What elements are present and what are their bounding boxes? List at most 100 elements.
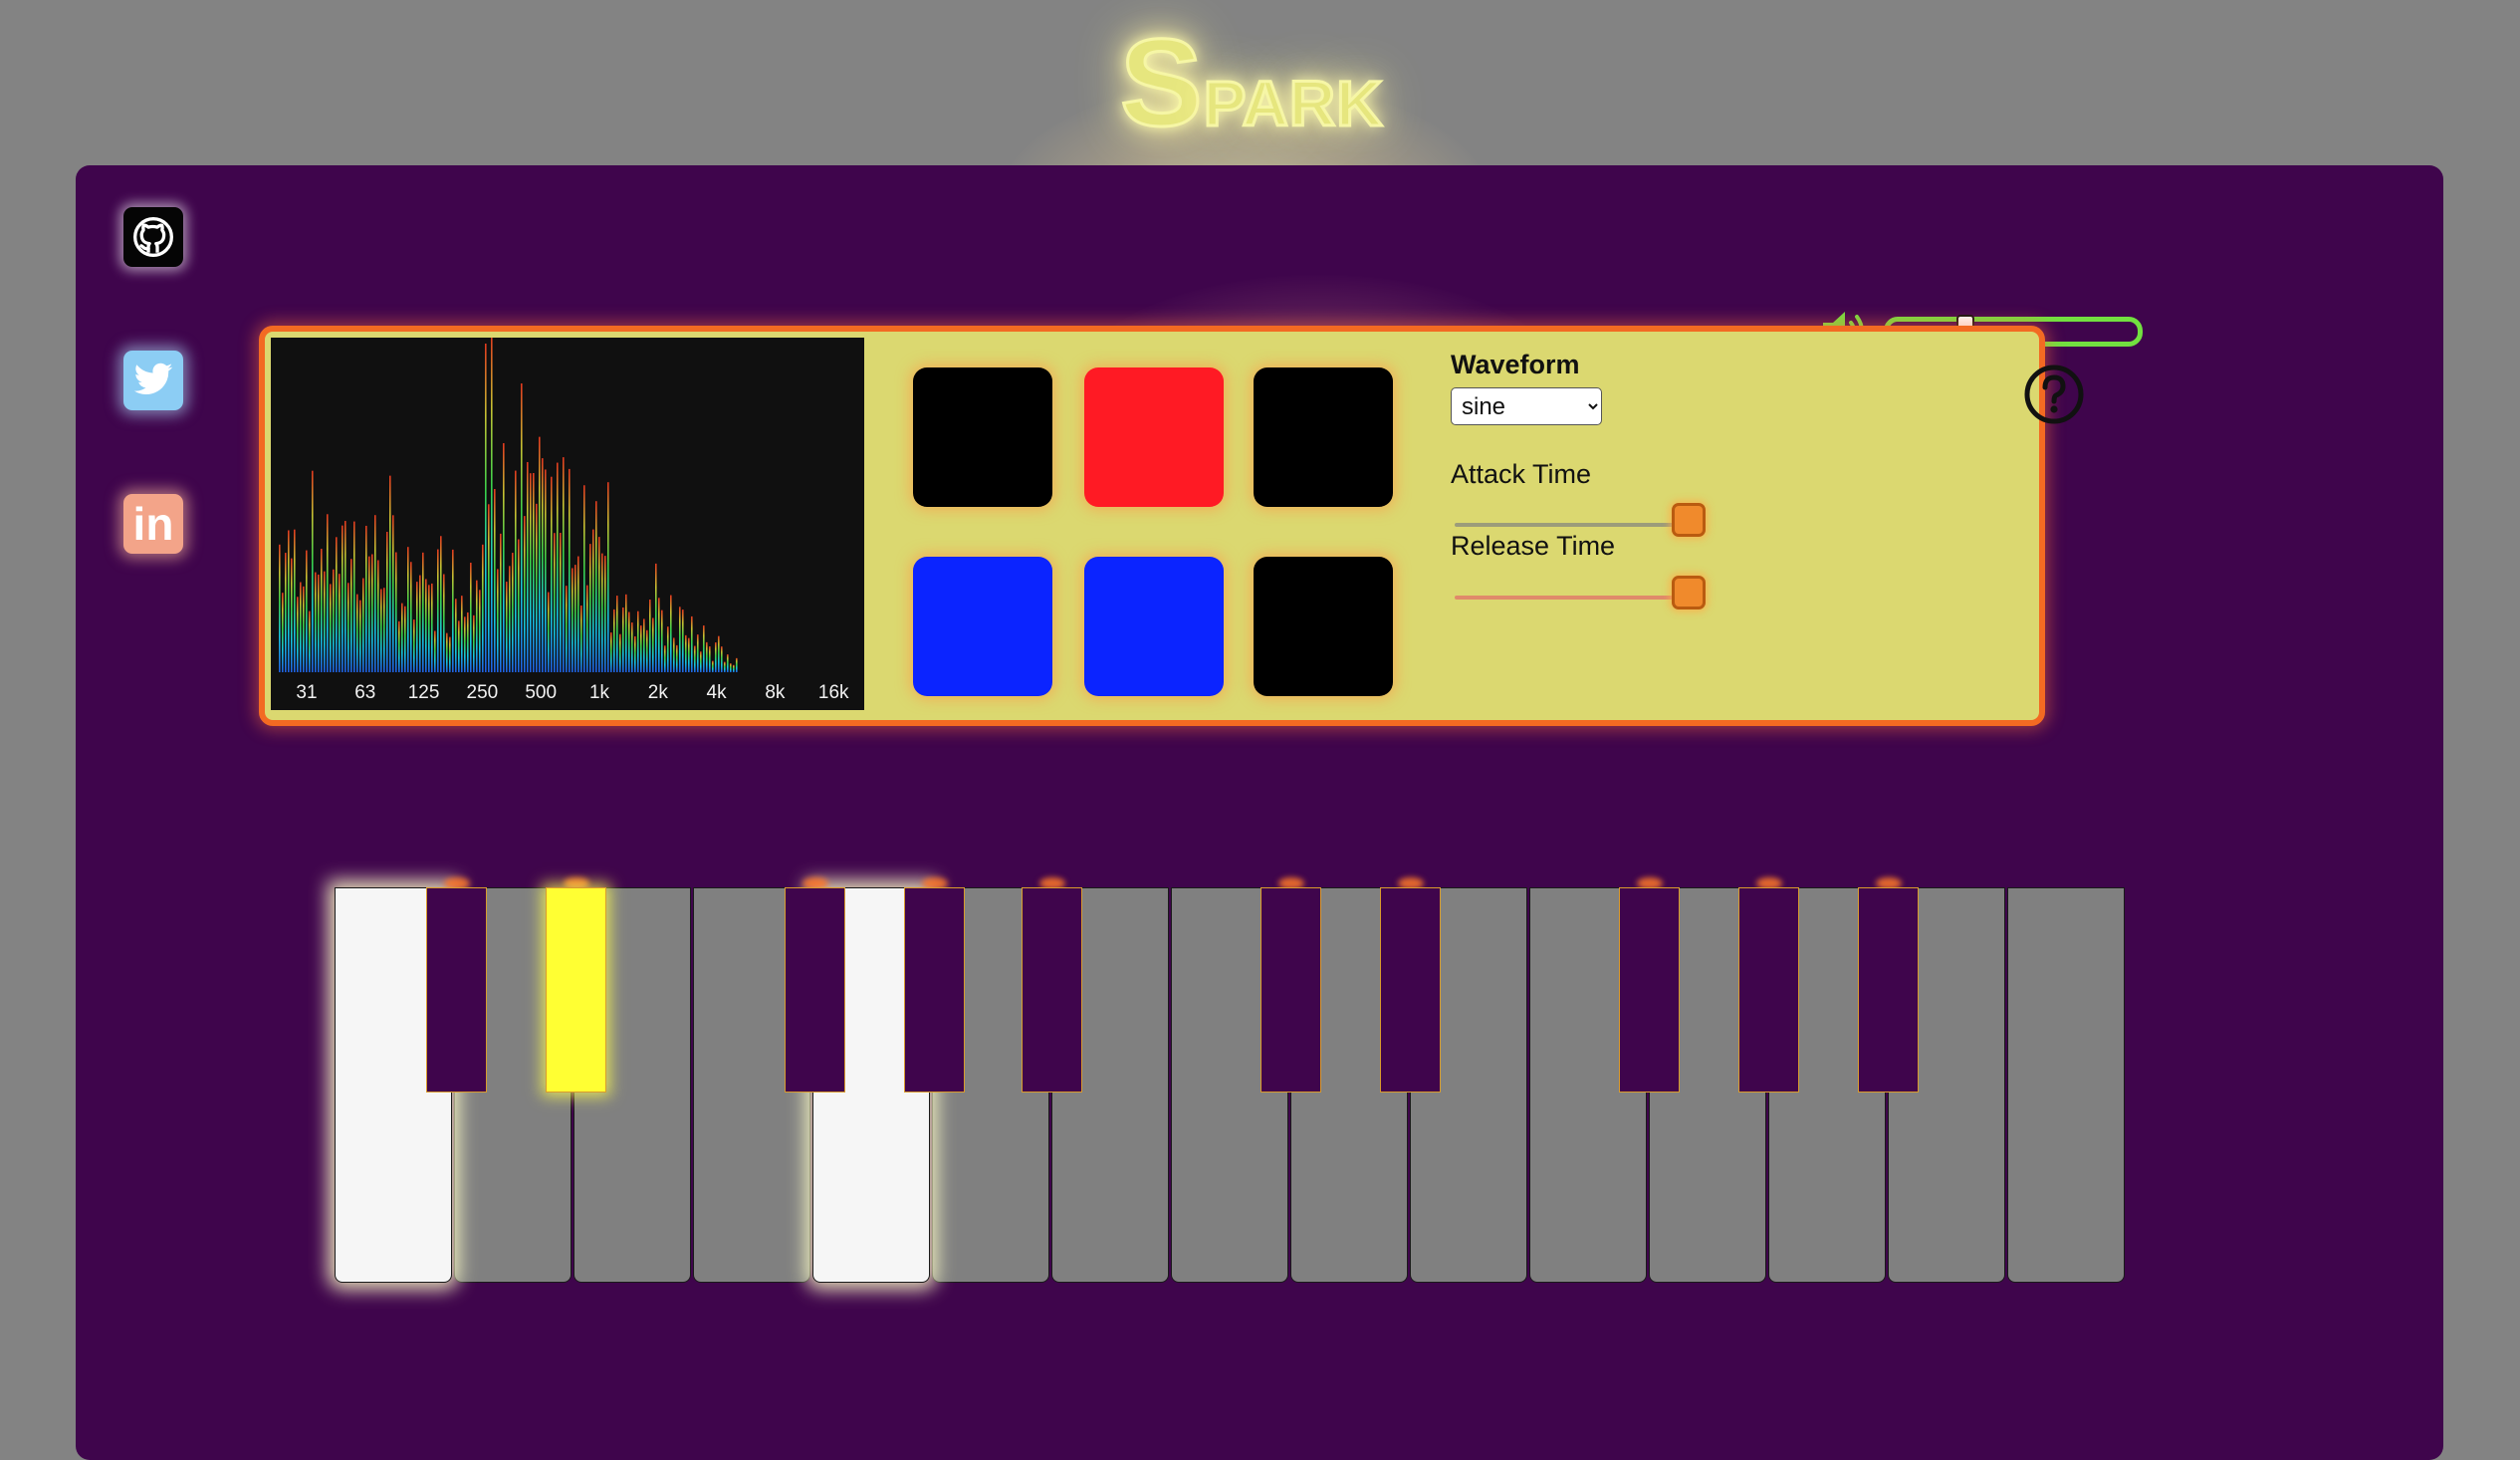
spectrum-bar	[306, 550, 308, 672]
black-key[interactable]	[426, 887, 487, 1093]
spectrum-bar	[458, 620, 460, 672]
spectrum-bar	[321, 549, 323, 672]
spectrum-bar	[679, 607, 681, 672]
attack-time-slider-thumb[interactable]	[1672, 503, 1706, 537]
spectrum-bar	[676, 644, 678, 672]
drum-pad[interactable]	[913, 557, 1052, 696]
frequency-label: 31	[296, 682, 317, 703]
github-icon	[133, 217, 173, 257]
spectrum-bar	[595, 501, 597, 672]
drum-pad[interactable]	[1084, 367, 1224, 507]
black-key[interactable]	[904, 887, 965, 1093]
spectrum-bar	[554, 533, 556, 672]
spectrum-bar	[347, 583, 349, 672]
spectrum-analyser: 31 63 125 250 500 1k 2k 4k 8k 16k	[271, 338, 864, 710]
spectrum-bar	[601, 553, 603, 672]
spectrum-bar	[586, 585, 588, 672]
linkedin-icon: in	[132, 498, 174, 550]
spectrum-bar	[359, 600, 361, 672]
spectrum-bar	[464, 616, 466, 672]
spectrum-bar	[365, 525, 367, 672]
spectrum-bar	[682, 609, 684, 672]
spectrum-bar	[649, 600, 651, 672]
black-key[interactable]	[1858, 887, 1919, 1093]
spectrum-bar	[685, 634, 687, 672]
spectrum-bar	[425, 579, 427, 672]
frequency-label: 8k	[765, 682, 786, 703]
black-key[interactable]	[1380, 887, 1441, 1093]
spectrum-bar	[598, 537, 600, 672]
attack-time-slider[interactable]	[1455, 523, 1700, 527]
black-key[interactable]	[1619, 887, 1680, 1093]
spectrum-bar	[634, 635, 636, 672]
drum-pad[interactable]	[913, 367, 1052, 507]
spectrum-bar	[655, 563, 657, 672]
spectrum-bar	[527, 461, 529, 672]
spectrum-bar	[407, 547, 409, 672]
spectrum-bar	[377, 560, 379, 672]
spectrum-bar	[300, 582, 302, 672]
waveform-select[interactable]: sinesquaresawtoothtriangle	[1451, 387, 1602, 425]
spectrum-bar	[733, 664, 735, 672]
spectrum-bar	[616, 596, 618, 672]
spectrum-bar	[339, 574, 341, 672]
drum-pad[interactable]	[1254, 367, 1393, 507]
spectrum-bar	[512, 553, 514, 672]
black-key[interactable]	[1022, 887, 1082, 1093]
spectrum-bar	[715, 642, 717, 672]
spectrum-bar	[530, 473, 532, 672]
frequency-label: 1k	[589, 682, 610, 703]
spectrum-bar	[574, 565, 576, 672]
drum-pad[interactable]	[1084, 557, 1224, 696]
help-icon[interactable]	[2023, 364, 2085, 425]
spectrum-bar	[309, 610, 311, 672]
spectrum-bar	[536, 503, 538, 672]
spectrum-bar	[697, 634, 699, 672]
spectrum-bar	[380, 589, 382, 672]
spectrum-bar	[455, 599, 457, 672]
black-key[interactable]	[1738, 887, 1799, 1093]
spectrum-bar	[700, 651, 702, 672]
github-link[interactable]	[123, 207, 183, 267]
spectrum-bar	[333, 569, 335, 672]
spectrum-bar	[488, 504, 490, 672]
release-time-slider[interactable]	[1455, 596, 1700, 600]
black-key[interactable]	[546, 887, 606, 1093]
spectrum-bar	[646, 629, 648, 672]
spectrum-bar	[383, 588, 385, 672]
spectrum-bar	[610, 632, 612, 672]
spectrum-bar	[592, 529, 594, 672]
spectrum-bar	[670, 595, 672, 672]
spectrum-bar	[449, 636, 451, 672]
linkedin-link[interactable]: in	[123, 494, 183, 554]
spectrum-bar	[482, 544, 484, 672]
spectrum-bar	[368, 556, 370, 672]
spectrum-bar	[353, 521, 355, 672]
spectrum-bar	[494, 489, 496, 672]
spectrum-bar	[509, 566, 511, 672]
spectrum-bar	[386, 531, 388, 672]
spectrum-bar	[446, 632, 448, 672]
release-time-slider-thumb[interactable]	[1672, 576, 1706, 609]
spectrum-bar	[485, 344, 487, 672]
spectrum-bar	[491, 338, 493, 672]
twitter-link[interactable]	[123, 351, 183, 410]
spectrum-bar	[467, 611, 469, 672]
spectrum-bar	[718, 635, 720, 672]
spectrum-bar	[437, 549, 439, 672]
spectrum-bar	[282, 593, 284, 672]
black-key[interactable]	[1260, 887, 1321, 1093]
frequency-label: 250	[467, 682, 499, 703]
drum-pad[interactable]	[1254, 557, 1393, 696]
spectrum-bar	[350, 559, 352, 672]
spectrum-bar	[580, 605, 582, 672]
spectrum-bar	[613, 608, 615, 672]
spectrum-bar	[398, 620, 400, 672]
spectrum-bar	[664, 645, 666, 672]
spectrum-bar	[392, 515, 394, 672]
spectrum-bar	[545, 469, 547, 672]
spectrum-bar	[518, 539, 520, 672]
black-key[interactable]	[785, 887, 845, 1093]
spectrum-bar	[640, 625, 642, 672]
white-key[interactable]	[2007, 887, 2125, 1283]
